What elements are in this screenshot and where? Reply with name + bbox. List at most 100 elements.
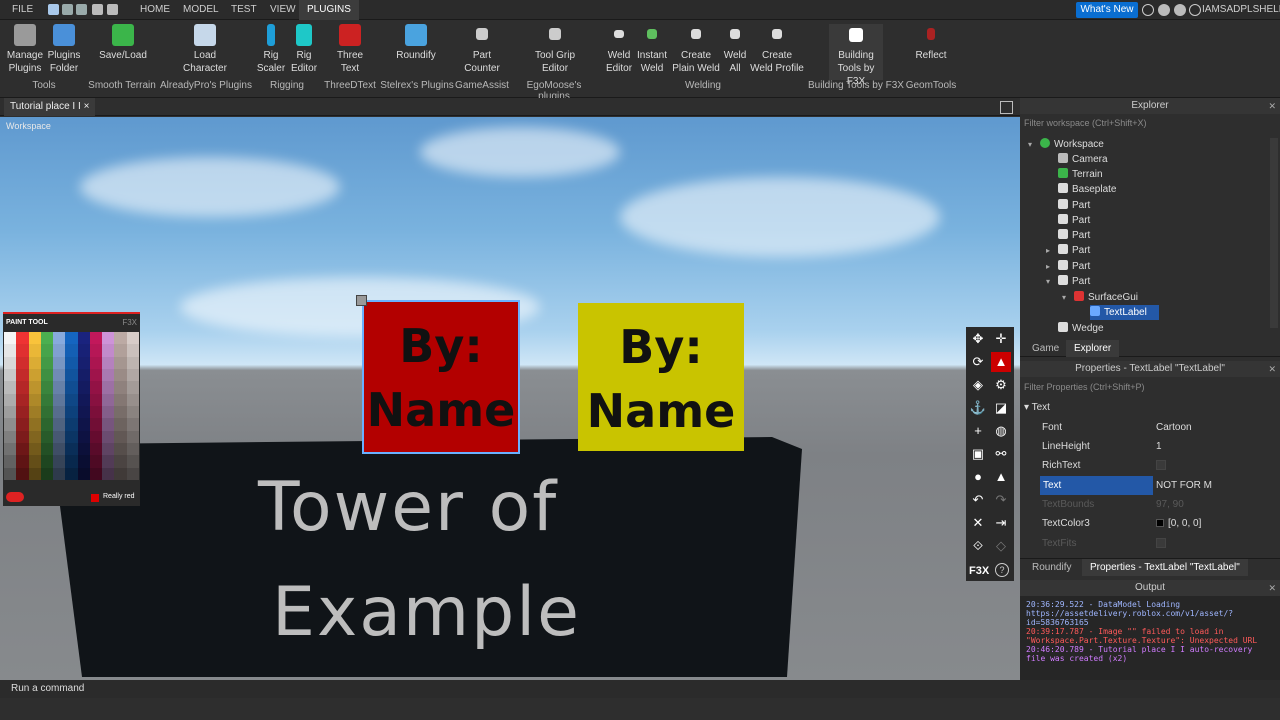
color-swatch[interactable]: [89, 418, 103, 431]
command-bar-input[interactable]: Run a command: [0, 680, 1280, 698]
mesh-tool-icon[interactable]: ◍: [991, 421, 1011, 441]
color-swatch[interactable]: [40, 356, 54, 369]
explorer-filter-input[interactable]: Filter workspace (Ctrl+Shift+X): [1024, 118, 1147, 128]
color-swatch[interactable]: [40, 332, 54, 345]
color-swatch[interactable]: [114, 381, 127, 394]
part-counter-button[interactable]: Part Counter: [460, 24, 504, 75]
color-swatch[interactable]: [126, 467, 139, 480]
menu-plugins[interactable]: PLUGINS: [299, 0, 359, 20]
color-swatch[interactable]: [16, 442, 29, 456]
color-swatch[interactable]: [89, 368, 103, 382]
color-swatch[interactable]: [40, 467, 54, 480]
color-swatch[interactable]: [65, 332, 78, 345]
building-tools-button[interactable]: Building Tools by F3X: [829, 24, 883, 87]
color-swatch[interactable]: [126, 455, 139, 468]
color-swatch[interactable]: [89, 405, 103, 419]
color-swatch[interactable]: [89, 467, 103, 480]
color-swatch[interactable]: [102, 332, 115, 345]
color-swatch[interactable]: [126, 405, 139, 419]
tree-item-part[interactable]: Part: [1058, 198, 1090, 213]
color-swatch[interactable]: [40, 442, 54, 456]
tab-explorer[interactable]: Explorer: [1066, 340, 1120, 357]
color-swatch[interactable]: [102, 442, 115, 456]
property-row-richtext[interactable]: RichText: [1020, 456, 1272, 475]
color-swatch[interactable]: [114, 356, 127, 369]
menu-test[interactable]: TEST: [223, 0, 265, 20]
color-swatch[interactable]: [40, 368, 54, 382]
color-swatch[interactable]: [53, 455, 66, 468]
move-tool-icon[interactable]: ✥: [968, 329, 988, 349]
menu-home[interactable]: HOME: [132, 0, 178, 20]
properties-filter-input[interactable]: Filter Properties (Ctrl+Shift+P): [1024, 382, 1145, 392]
color-swatch[interactable]: [4, 344, 17, 357]
color-swatch[interactable]: [28, 418, 41, 431]
properties-section-text[interactable]: ▾ Text: [1024, 402, 1050, 413]
manage-plugins-button[interactable]: Manage Plugins: [6, 24, 44, 75]
roundify-button[interactable]: Roundify: [393, 24, 439, 62]
weld-all-button[interactable]: Weld All: [722, 24, 748, 75]
color-swatch[interactable]: [53, 467, 66, 480]
tree-item-baseplate[interactable]: Baseplate: [1058, 182, 1116, 197]
close-icon[interactable]: ✕: [1268, 361, 1276, 377]
color-swatch[interactable]: [114, 455, 127, 468]
color-swatch[interactable]: [4, 467, 17, 480]
color-swatch[interactable]: [16, 405, 29, 419]
menu-file[interactable]: FILE: [4, 0, 41, 20]
maximize-viewport-icon[interactable]: [1000, 101, 1013, 114]
color-swatch[interactable]: [4, 418, 17, 431]
create-plain-weld-button[interactable]: Create Plain Weld: [672, 24, 720, 75]
help-icon[interactable]: ?: [995, 563, 1009, 577]
instant-weld-button[interactable]: Instant Weld: [634, 24, 670, 75]
color-swatch[interactable]: [40, 430, 54, 443]
color-swatch[interactable]: [102, 467, 115, 480]
color-swatch[interactable]: [16, 467, 29, 480]
color-swatch[interactable]: [40, 455, 54, 468]
color-swatch[interactable]: [102, 356, 115, 369]
color-swatch[interactable]: [65, 467, 78, 480]
color-swatch[interactable]: [77, 332, 90, 345]
color-swatch[interactable]: [16, 418, 29, 431]
color-swatch[interactable]: [114, 418, 127, 431]
color-swatch[interactable]: [40, 418, 54, 431]
color-swatch[interactable]: [28, 393, 41, 406]
color-swatch[interactable]: [53, 418, 66, 431]
save-icon[interactable]: [48, 4, 59, 15]
publish-icon[interactable]: [92, 4, 103, 15]
whats-new-button[interactable]: What's New: [1076, 2, 1138, 18]
plugins-folder-button[interactable]: Plugins Folder: [46, 24, 82, 75]
material-tool-icon[interactable]: ⚙: [991, 375, 1011, 395]
lighting-tool-icon[interactable]: ●: [968, 467, 988, 487]
color-swatch[interactable]: [53, 405, 66, 419]
tree-item-part[interactable]: ▸ Part: [1046, 243, 1090, 258]
screenshot-icon[interactable]: [107, 4, 118, 15]
color-swatch[interactable]: [102, 368, 115, 382]
color-swatch[interactable]: [77, 467, 90, 480]
color-swatch[interactable]: [77, 356, 90, 369]
color-swatch[interactable]: [114, 393, 127, 406]
tree-item-textlabel[interactable]: TextLabel: [1090, 305, 1159, 320]
color-swatch[interactable]: [89, 430, 103, 443]
color-swatch[interactable]: [77, 455, 90, 468]
color-swatch[interactable]: [126, 442, 139, 456]
color-swatch[interactable]: [126, 332, 139, 345]
color-swatch[interactable]: [102, 418, 115, 431]
red-cube-part[interactable]: By: Name: [362, 300, 520, 454]
property-row-textfits[interactable]: TextFits: [1020, 534, 1272, 553]
color-swatch[interactable]: [77, 430, 90, 443]
tab-roundify[interactable]: Roundify: [1024, 559, 1079, 576]
tool-grip-editor-button[interactable]: Tool Grip Editor: [531, 24, 579, 75]
color-swatch[interactable]: [126, 393, 139, 406]
rotate-tool-icon[interactable]: ⟳: [968, 352, 988, 372]
color-swatch[interactable]: [28, 356, 41, 369]
tree-item-part[interactable]: Part: [1058, 213, 1090, 228]
color-picker-icon[interactable]: [6, 492, 24, 502]
weld-tool-icon[interactable]: ⚯: [991, 444, 1011, 464]
color-swatch[interactable]: [65, 344, 78, 357]
surface-tool-icon[interactable]: ◈: [968, 375, 988, 395]
color-swatch[interactable]: [77, 381, 90, 394]
color-swatch[interactable]: [89, 344, 103, 357]
tree-item-part[interactable]: ▸ Part: [1046, 259, 1090, 274]
color-swatch[interactable]: [65, 442, 78, 456]
color-swatch[interactable]: [65, 455, 78, 468]
menu-view[interactable]: VIEW: [262, 0, 304, 20]
